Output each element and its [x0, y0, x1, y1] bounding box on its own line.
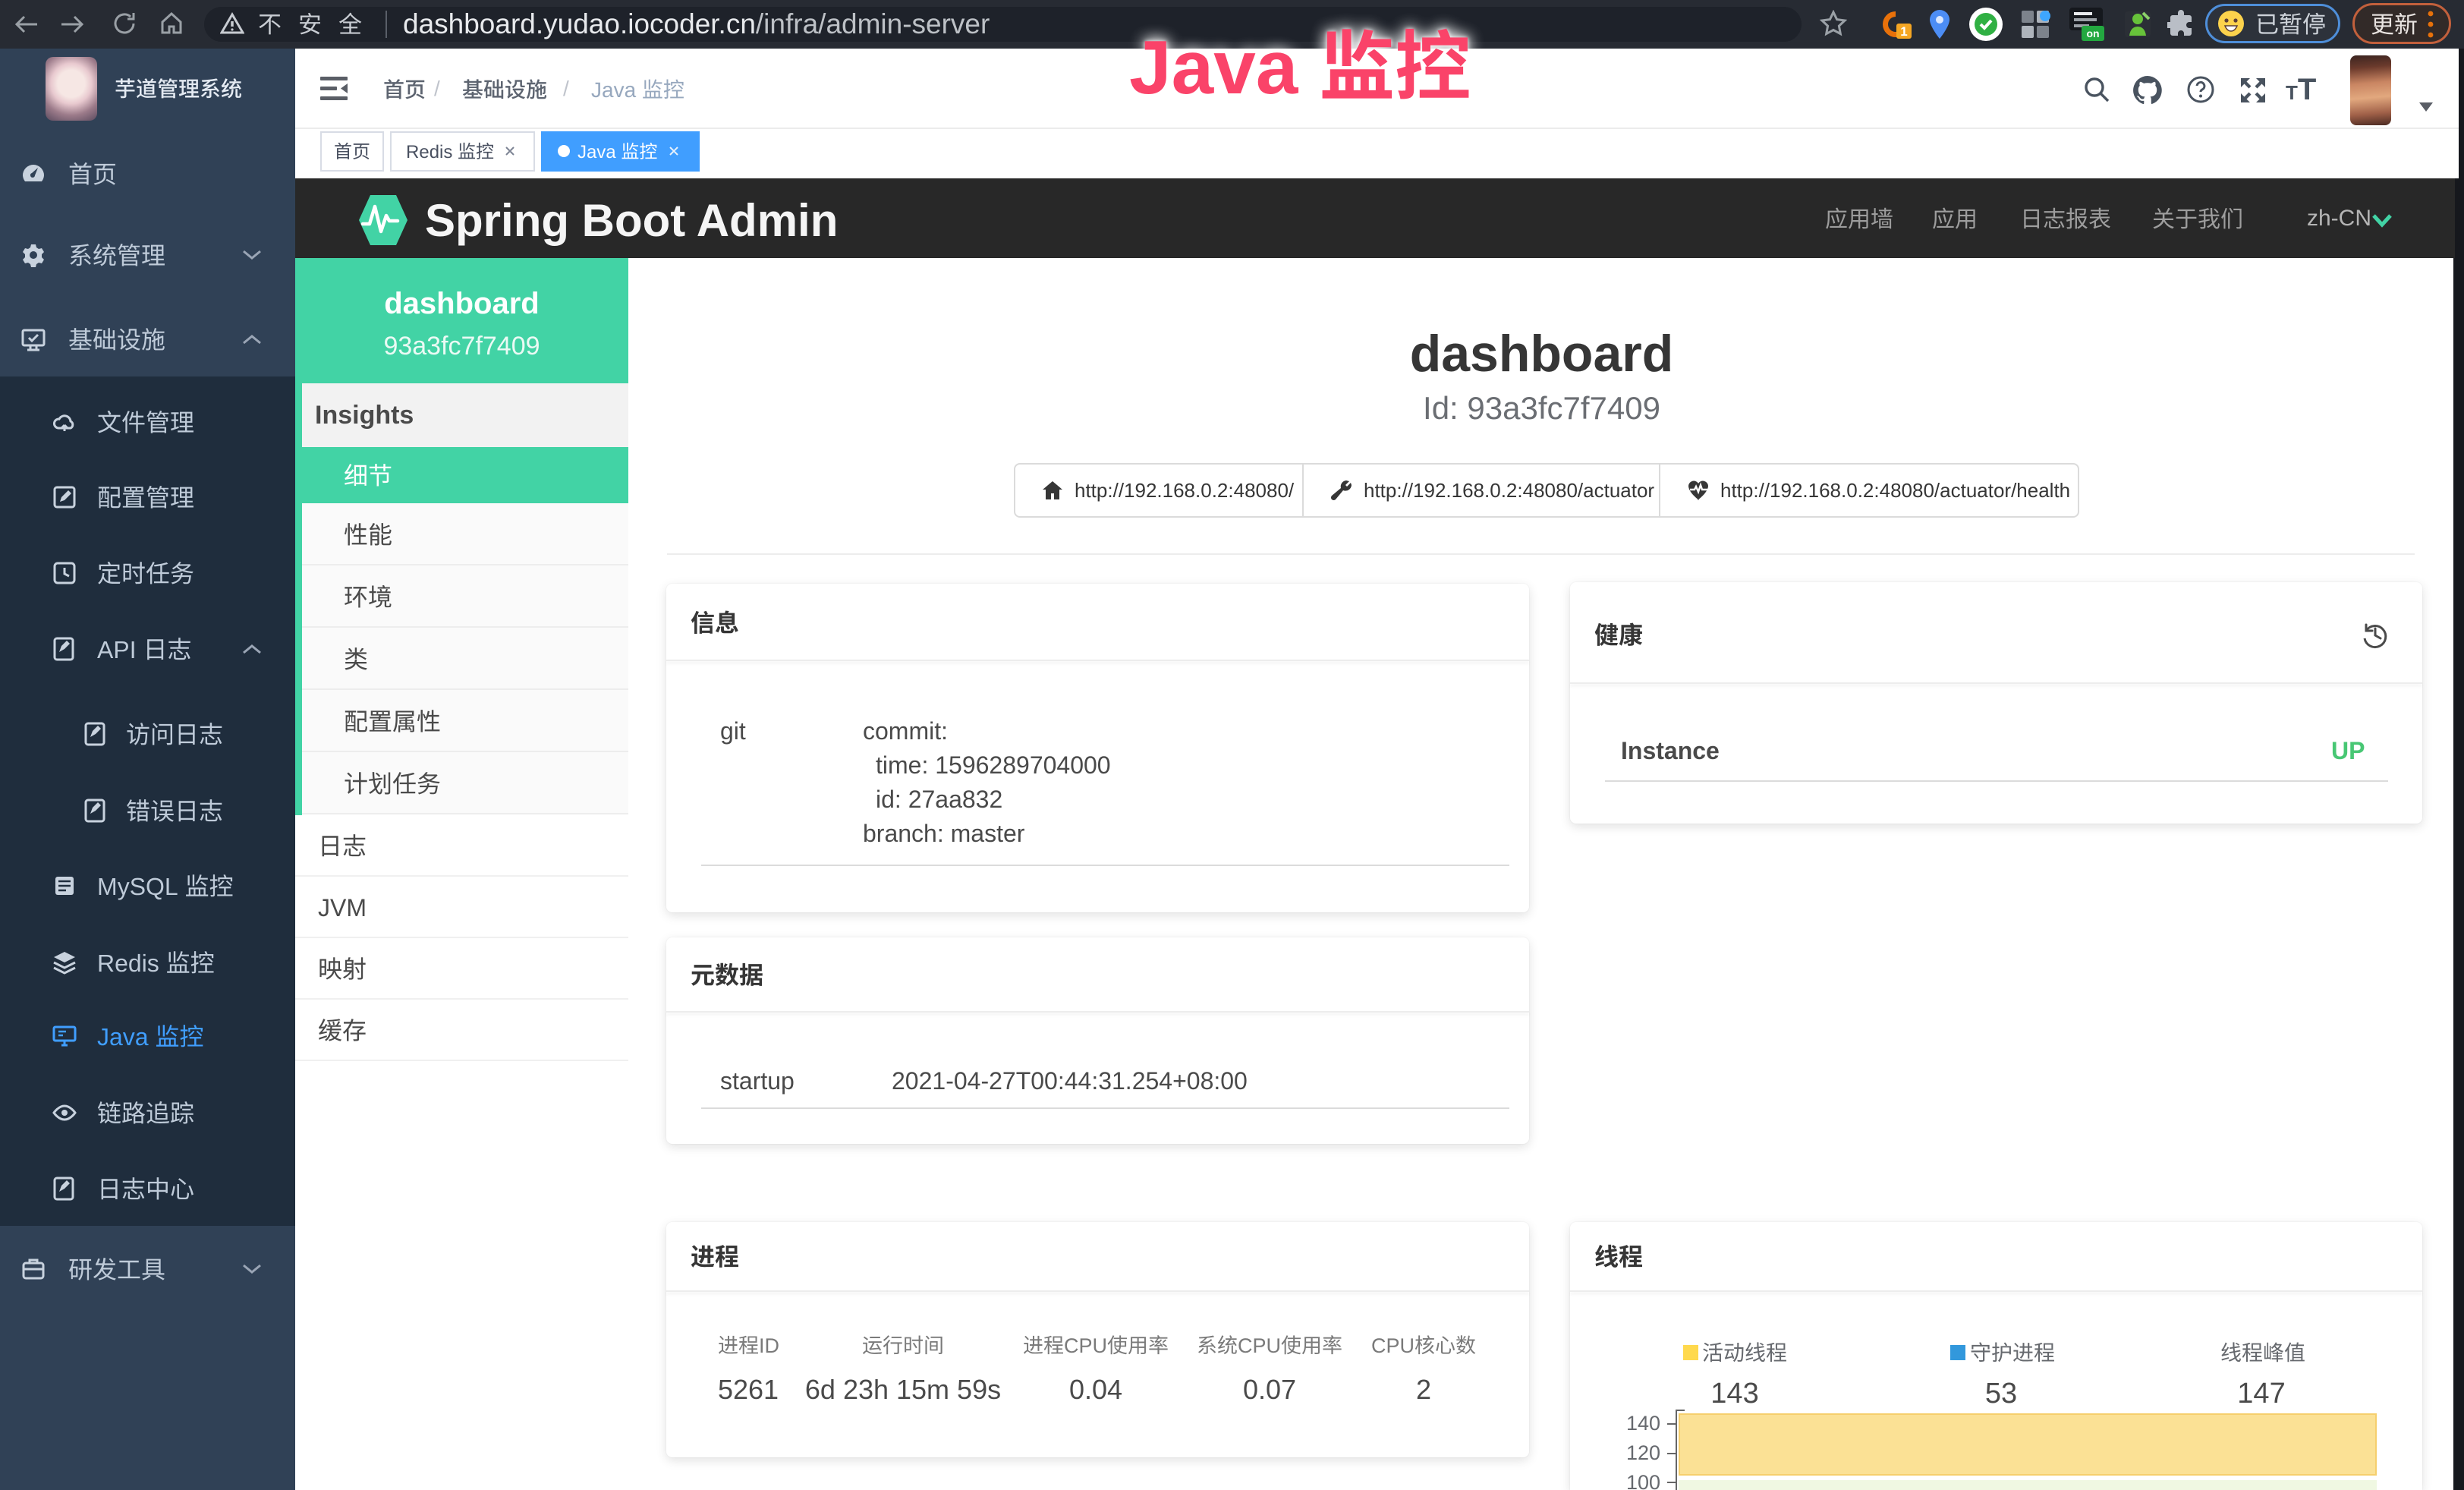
svg-text:on: on — [2086, 27, 2099, 39]
svg-text:1: 1 — [1900, 24, 1907, 39]
